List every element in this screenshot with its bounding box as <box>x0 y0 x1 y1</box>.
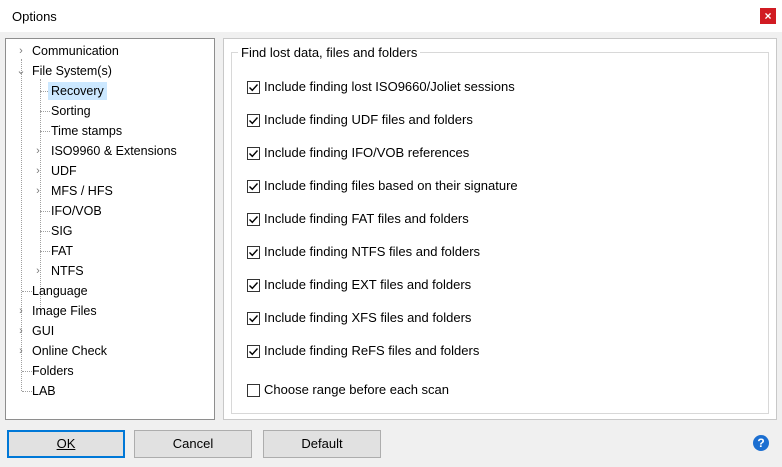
ok-label: OK <box>56 436 76 451</box>
tree-item-label: NTFS <box>51 264 84 278</box>
tree-item-label: MFS / HFS <box>51 184 113 198</box>
cancel-button[interactable]: Cancel <box>134 430 252 458</box>
tree-item-label: Time stamps <box>51 124 123 138</box>
tree-item-label: UDF <box>51 164 77 178</box>
checkbox[interactable] <box>247 279 260 292</box>
checkbox[interactable] <box>247 384 260 397</box>
option-label: Include finding lost ISO9660/Joliet sess… <box>264 79 515 94</box>
tree-item-label: File System(s) <box>32 64 112 78</box>
window-title: Options <box>12 9 57 24</box>
checkbox[interactable] <box>247 180 260 193</box>
chevron-right-icon[interactable]: › <box>16 42 26 60</box>
checkbox[interactable] <box>247 345 260 358</box>
chevron-right-icon[interactable]: › <box>33 142 43 160</box>
title-bar: Options × <box>0 0 782 32</box>
tree-item-label: SIG <box>51 224 73 238</box>
tree-item-label: ISO9960 & Extensions <box>51 144 177 158</box>
checkbox[interactable] <box>247 147 260 160</box>
checkmark-icon <box>249 117 259 125</box>
option-label: Choose range before each scan <box>264 382 450 397</box>
tree-item-label: Communication <box>32 44 119 58</box>
checkbox[interactable] <box>247 213 260 226</box>
tree-item-label: Image Files <box>32 304 97 318</box>
tree-item-label: Online Check <box>32 344 108 358</box>
group-title: Find lost data, files and folders <box>238 45 421 60</box>
chevron-right-icon[interactable]: › <box>16 342 26 360</box>
checkmark-icon <box>249 150 259 158</box>
tree-item-label: FAT <box>51 244 73 258</box>
tree-item-label: Language <box>32 284 88 298</box>
cancel-label: Cancel <box>172 436 214 451</box>
chevron-right-icon[interactable]: › <box>33 182 43 200</box>
default-button[interactable]: Default <box>263 430 381 458</box>
option-label: Include finding UDF files and folders <box>264 112 473 127</box>
recovery-panel: Find lost data, files and folders <box>223 38 777 420</box>
checkmark-icon <box>249 348 259 356</box>
option-label: Include finding IFO/VOB references <box>264 145 470 160</box>
chevron-right-icon[interactable]: › <box>16 322 26 340</box>
checkmark-icon <box>249 249 259 257</box>
help-icon[interactable]: ? <box>753 435 769 451</box>
find-lost-data-group: Find lost data, files and folders <box>231 45 769 414</box>
ok-button[interactable]: OK <box>7 430 125 458</box>
tree-item-label: IFO/VOB <box>51 204 102 218</box>
checkbox[interactable] <box>247 312 260 325</box>
checkbox[interactable] <box>247 81 260 94</box>
checkmark-icon <box>249 282 259 290</box>
checkbox[interactable] <box>247 246 260 259</box>
tree-item-label: Sorting <box>51 104 91 118</box>
default-label: Default <box>301 436 343 451</box>
checkmark-icon <box>249 183 259 191</box>
chevron-right-icon[interactable]: › <box>33 162 43 180</box>
tree-item-label: Recovery <box>48 82 107 100</box>
chevron-down-icon[interactable]: ⌄ <box>16 62 26 80</box>
tree-item-label: GUI <box>32 324 55 338</box>
chevron-right-icon[interactable]: › <box>16 302 26 320</box>
option-label: Include finding EXT files and folders <box>264 277 472 292</box>
close-icon[interactable]: × <box>760 8 776 24</box>
checkmark-icon <box>249 216 259 224</box>
tree-item-label: Folders <box>32 364 74 378</box>
checkmark-icon <box>249 315 259 323</box>
options-tree[interactable]: › Communication ⌄ File System(s) Recover… <box>5 38 215 420</box>
chevron-right-icon[interactable]: › <box>33 262 43 280</box>
checkbox[interactable] <box>247 114 260 127</box>
checkmark-icon <box>249 84 259 92</box>
tree-item-label: LAB <box>32 384 56 398</box>
option-label: Include finding ReFS files and folders <box>264 343 480 358</box>
option-label: Include finding FAT files and folders <box>264 211 469 226</box>
option-label: Include finding NTFS files and folders <box>264 244 481 259</box>
option-label: Include finding XFS files and folders <box>264 310 472 325</box>
option-label: Include finding files based on their sig… <box>264 178 518 193</box>
